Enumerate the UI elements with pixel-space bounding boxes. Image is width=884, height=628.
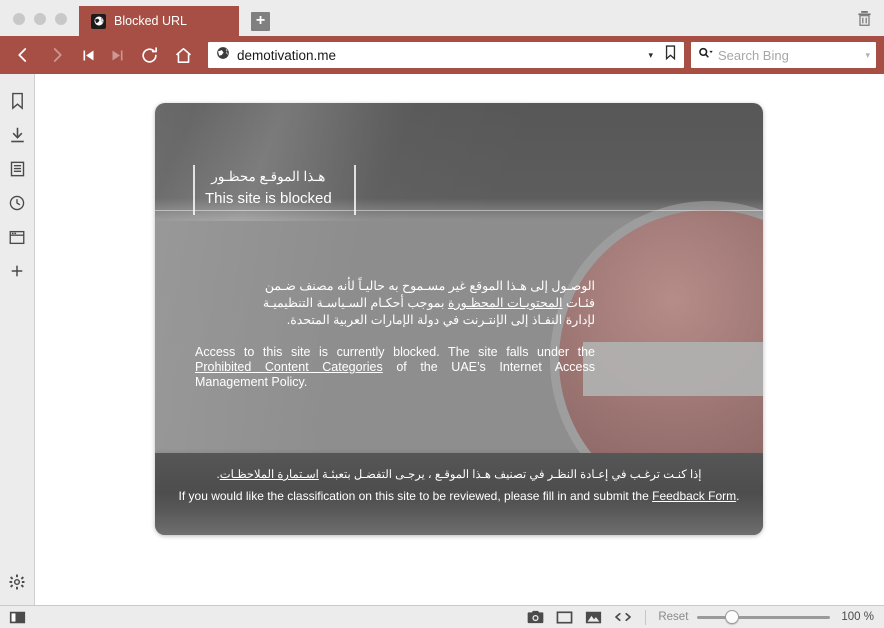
minimize-button[interactable] xyxy=(34,13,46,25)
heading-arabic: هـذا الموقـع محظـور xyxy=(211,169,326,184)
maximize-button[interactable] xyxy=(55,13,67,25)
prohibited-categories-link-arabic[interactable]: المحتويـات المحظـورة xyxy=(448,296,563,310)
body-english-pre: Access to this site is currently blocked… xyxy=(195,345,595,359)
tab-blocked-url[interactable]: Blocked URL xyxy=(79,6,239,36)
chevron-down-icon[interactable]: ▾ xyxy=(865,50,870,61)
body-row: هـذا الموقـع محظـور This site is blocked… xyxy=(0,74,884,605)
feedback-form-link-arabic[interactable]: اسـتمارة الملاحظـات xyxy=(220,469,319,481)
home-button[interactable] xyxy=(166,40,200,70)
body-arabic: الوصـول إلى هـذا الموقع غير مسـموح به حا… xyxy=(195,278,595,329)
sidebar-item-add[interactable] xyxy=(0,254,34,288)
navigation-toolbar: demotivation.me ▾ Search Bing ▾ xyxy=(0,36,884,74)
reload-button[interactable] xyxy=(132,40,166,70)
zoom-slider-track[interactable] xyxy=(697,615,831,619)
zoom-reset-button[interactable]: Reset xyxy=(658,611,688,623)
page-body: الوصـول إلى هـذا الموقع غير مسـموح به حا… xyxy=(195,278,595,390)
skip-forward-button[interactable] xyxy=(103,40,132,70)
feedback-form-link[interactable]: Feedback Form xyxy=(652,489,736,503)
page-heading: هـذا الموقـع محظـور This site is blocked xyxy=(193,165,356,215)
footer-arabic-pre: إذا كنـت ترغـب في إعـادة النظـر في تصنيف… xyxy=(318,469,702,481)
zoom-level-label: 100 % xyxy=(841,611,874,623)
body-arabic-line-1: الوصـول إلى هـذا الموقع غير مسـموح به حا… xyxy=(264,279,595,293)
zoom-slider-thumb[interactable] xyxy=(725,610,740,624)
search-input[interactable]: Search Bing xyxy=(718,48,860,63)
status-bar: Reset 100 % xyxy=(0,605,884,628)
body-arabic-line2-pre: فئـات xyxy=(562,296,595,310)
tab-title: Blocked URL xyxy=(114,14,187,28)
heading-text: هـذا الموقـع محظـور This site is blocked xyxy=(195,165,344,215)
footer-english-pre: If you would like the classification on … xyxy=(178,489,653,503)
blocked-page-card: هـذا الموقـع محظـور This site is blocked… xyxy=(155,103,763,535)
sidebar-item-reading-list[interactable] xyxy=(0,152,34,186)
code-icon[interactable] xyxy=(614,611,632,623)
status-tool-icons xyxy=(527,610,645,624)
url-bar[interactable]: demotivation.me ▾ xyxy=(208,42,684,68)
page-footer: إذا كنـت ترغـب في إعـادة النظـر في تصنيف… xyxy=(155,453,763,535)
image-icon[interactable] xyxy=(585,611,602,624)
sidebar-item-bookmarks[interactable] xyxy=(0,84,34,118)
footer-english-post: . xyxy=(736,489,740,503)
footer-arabic: إذا كنـت ترغـب في إعـادة النظـر في تصنيف… xyxy=(155,466,763,484)
no-entry-bar xyxy=(583,342,763,396)
sidebar-toggle-icon[interactable] xyxy=(4,607,30,627)
window-controls xyxy=(0,13,79,36)
heading-english: This site is blocked xyxy=(205,190,332,207)
url-globe-icon xyxy=(216,46,230,65)
sidebar-item-history[interactable] xyxy=(0,186,34,220)
zoom-slider[interactable] xyxy=(697,610,831,624)
status-left xyxy=(4,607,30,627)
url-input[interactable]: demotivation.me xyxy=(237,48,637,63)
body-arabic-line-3: لإدارة النفـاذ إلى الإنتـرنت في دولة الإ… xyxy=(286,313,595,327)
trash-icon[interactable] xyxy=(854,7,874,29)
search-icon[interactable] xyxy=(698,46,713,65)
tab-bar: Blocked URL + xyxy=(0,0,884,36)
sidebar xyxy=(0,74,35,605)
footer-english: If you would like the classification on … xyxy=(155,487,763,505)
new-tab-area: + xyxy=(239,6,270,36)
body-english: Access to this site is currently blocked… xyxy=(195,345,595,390)
bookmark-icon[interactable] xyxy=(664,45,677,65)
search-bar[interactable]: Search Bing ▾ xyxy=(691,42,876,68)
prohibited-content-categories-link[interactable]: Prohibited Content Categories xyxy=(195,360,383,374)
sidebar-item-downloads[interactable] xyxy=(0,118,34,152)
back-button[interactable] xyxy=(6,40,40,70)
body-arabic-line-2: فئـات المحتويـات المحظـورة بموجب أحكـام … xyxy=(195,295,595,312)
new-tab-button[interactable]: + xyxy=(251,11,270,31)
skip-back-button[interactable] xyxy=(74,40,103,70)
page-viewport: هـذا الموقـع محظـور This site is blocked… xyxy=(35,74,884,605)
browser-window: Blocked URL + demotivation.me ▾ Search B… xyxy=(0,0,884,628)
body-arabic-line2-post: بموجب أحكـام السـياسـة التنظيميـة xyxy=(262,296,448,310)
globe-icon xyxy=(91,13,106,29)
heading-rule-right xyxy=(353,165,356,215)
status-divider xyxy=(645,609,647,625)
chevron-down-icon[interactable]: ▾ xyxy=(644,50,657,61)
camera-icon[interactable] xyxy=(527,610,544,624)
rectangle-icon[interactable] xyxy=(556,610,573,624)
close-button[interactable] xyxy=(13,13,25,25)
sidebar-item-settings[interactable] xyxy=(0,571,34,605)
sidebar-item-panels[interactable] xyxy=(0,220,34,254)
forward-button[interactable] xyxy=(40,40,74,70)
